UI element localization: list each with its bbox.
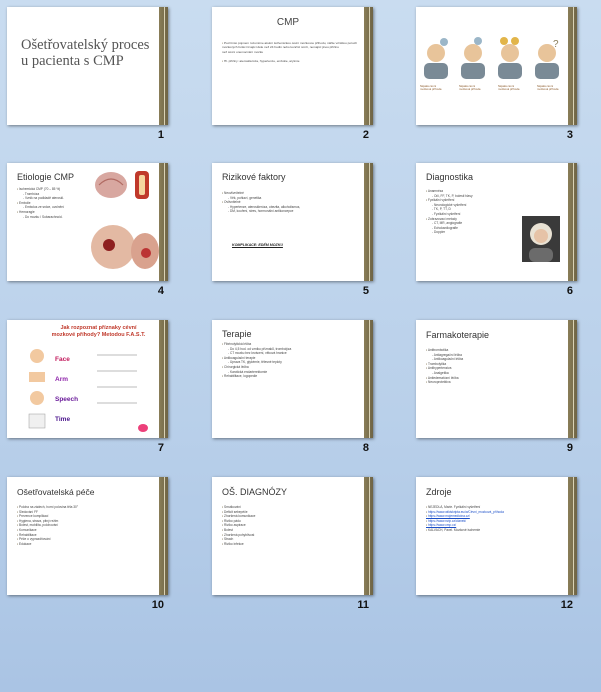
slide-accent-bar bbox=[364, 7, 373, 125]
slide-accent-bar bbox=[159, 7, 168, 125]
slide-accent-bar bbox=[568, 163, 577, 281]
slide-title: Zdroje bbox=[426, 487, 452, 497]
fast-description bbox=[97, 350, 137, 418]
body-line: Rehabilitace, logopedie bbox=[222, 374, 357, 379]
slide-number: 8 bbox=[362, 442, 369, 454]
caption: Nějaká cévní mozková příhoda bbox=[498, 84, 520, 92]
slide-number: 4 bbox=[157, 285, 164, 297]
slide-10: Ošetřovatelská péče Poloha na zádech, ho… bbox=[7, 477, 168, 595]
caption-row: Nějaká cévní mozková příhoda Nějaká cévn… bbox=[420, 84, 565, 92]
slide-number: 5 bbox=[362, 285, 369, 297]
slide-thumbnail-3[interactable]: ? Nějaká cévní mozková příhoda Nějaká cé… bbox=[416, 7, 577, 141]
brain-illustration bbox=[91, 171, 159, 269]
slide-number: 12 bbox=[560, 599, 573, 611]
body-line: DM, kouření, stres, hormonální antikonce… bbox=[222, 209, 357, 214]
body-line: KALVACH, Pavel. Mozkové ischemie bbox=[426, 528, 561, 533]
slide-number: 6 bbox=[566, 285, 573, 297]
patient-photo bbox=[522, 216, 560, 262]
slide-title: OŠ. DIAGNÓZY bbox=[222, 487, 288, 497]
slide-number: 1 bbox=[157, 129, 164, 141]
body-line: Riziko infekce bbox=[222, 542, 357, 547]
slide-title: Farmakoterapie bbox=[426, 330, 490, 340]
slide-thumbnail-8[interactable]: Terapie Fibrinolytická léčba Do 4,5 hod.… bbox=[212, 320, 373, 454]
slide-accent-bar bbox=[364, 477, 373, 595]
slide-7: Jak rozpoznat příznaky cévní mozkové pří… bbox=[7, 320, 168, 438]
slide-title: Etiologie CMP bbox=[17, 172, 75, 182]
body-line: Doppler bbox=[426, 230, 527, 235]
slide-body: NEJEDLÁ, Marie. Fyzikální vyšetření http… bbox=[426, 505, 561, 533]
slide-4: Etiologie CMP Ischemická CMP (70 – 85 %)… bbox=[7, 163, 168, 281]
fast-icons bbox=[28, 349, 46, 429]
slide-thumbnail-5[interactable]: Rizikové faktory Neovlivnitelné Věk, poh… bbox=[212, 163, 373, 297]
slide-thumbnail-9[interactable]: Farmakoterapie Antitrombotika Antiagrega… bbox=[416, 320, 577, 454]
slide-title: Diagnostika bbox=[426, 172, 474, 182]
slide-title: Ošetřovatelský proces u pacienta s CMP bbox=[21, 37, 150, 69]
caption: Nějaká cévní mozková příhoda bbox=[459, 84, 481, 92]
complication-note: KOMPLIKACE: EDÉM MOZKU bbox=[232, 243, 283, 247]
slide-thumbnail-11[interactable]: OŠ. DIAGNÓZY Smutkování Deficit sebepéče… bbox=[212, 477, 373, 611]
caption: Nějaká cévní mozková příhoda bbox=[420, 84, 442, 92]
slide-accent-bar bbox=[568, 477, 577, 595]
slide-body: Anamnéza Oči, FF, TK, P, bolesti hlavy F… bbox=[426, 189, 527, 235]
slide-9: Farmakoterapie Antitrombotika Antiagrega… bbox=[416, 320, 577, 438]
slide-accent-bar bbox=[568, 320, 577, 438]
slide-body: Pod tímto pojmem rozumíme akutní ischemi… bbox=[222, 41, 357, 63]
people-illustration: ? bbox=[424, 37, 559, 79]
slide-thumbnail-7[interactable]: Jak rozpoznat příznaky cévní mozkové pří… bbox=[7, 320, 168, 454]
fast-title: Jak rozpoznat příznaky cévní mozkové pří… bbox=[51, 325, 146, 338]
slide-thumbnail-4[interactable]: Etiologie CMP Ischemická CMP (70 – 85 %)… bbox=[7, 163, 168, 297]
body-line: Edukace bbox=[17, 542, 152, 547]
slide-body: Antitrombotika Antiagregační léčba Antik… bbox=[426, 348, 561, 385]
slide-body: Fibrinolytická léčba Do 4,5 hod. od vzni… bbox=[222, 342, 357, 379]
slide-title: Ošetřovatelská péče bbox=[17, 487, 95, 497]
slide-thumbnail-12[interactable]: Zdroje NEJEDLÁ, Marie. Fyzikální vyšetře… bbox=[416, 477, 577, 611]
fast-speech: Speech bbox=[55, 396, 79, 403]
slide-title: CMP bbox=[276, 17, 300, 28]
slide-1: Ošetřovatelský proces u pacienta s CMP bbox=[7, 7, 168, 125]
slide-body: Neovlivnitelné Věk, pohlaví, genetika Ov… bbox=[222, 191, 357, 214]
slide-accent-bar bbox=[159, 477, 168, 595]
slide-thumbnail-1[interactable]: Ošetřovatelský proces u pacienta s CMP 1 bbox=[7, 7, 168, 141]
fast-list: Face Arm Speech Time bbox=[55, 350, 78, 430]
slide-body: Poloha na zádech, horní polovina těla 30… bbox=[17, 505, 152, 546]
slide-12: Zdroje NEJEDLÁ, Marie. Fyzikální vyšetře… bbox=[416, 477, 577, 595]
brain-logo-icon bbox=[138, 424, 148, 432]
slide-number: 3 bbox=[566, 129, 573, 141]
fast-face: Face bbox=[55, 356, 70, 363]
slide-11: OŠ. DIAGNÓZY Smutkování Deficit sebepéče… bbox=[212, 477, 373, 595]
slide-6: Diagnostika Anamnéza Oči, FF, TK, P, bol… bbox=[416, 163, 577, 281]
fast-time: Time bbox=[55, 416, 71, 423]
slide-accent-bar bbox=[568, 7, 577, 125]
slide-5: Rizikové faktory Neovlivnitelné Věk, poh… bbox=[212, 163, 373, 281]
slide-number: 7 bbox=[157, 442, 164, 454]
slide-accent-bar bbox=[364, 320, 373, 438]
slide-number: 10 bbox=[151, 599, 164, 611]
slide-number: 2 bbox=[362, 129, 369, 141]
slide-title: Rizikové faktory bbox=[222, 172, 286, 182]
slide-thumbnail-2[interactable]: CMP Pod tímto pojmem rozumíme akutní isc… bbox=[212, 7, 373, 141]
slide-title: Terapie bbox=[222, 329, 252, 339]
fast-arm: Arm bbox=[55, 376, 69, 383]
slide-8: Terapie Fibrinolytická léčba Do 4,5 hod.… bbox=[212, 320, 373, 438]
slide-number: 11 bbox=[357, 599, 369, 611]
slide-thumbnail-10[interactable]: Ošetřovatelská péče Poloha na zádech, ho… bbox=[7, 477, 168, 611]
slide-thumbnail-6[interactable]: Diagnostika Anamnéza Oči, FF, TK, P, bol… bbox=[416, 163, 577, 297]
slide-body: Smutkování Deficit sebepéče Zhoršená kom… bbox=[222, 505, 357, 546]
caption: Nějaká cévní mozková příhoda bbox=[537, 84, 559, 92]
slide-accent-bar bbox=[159, 320, 168, 438]
slide-number: 9 bbox=[566, 442, 573, 454]
svg-text:?: ? bbox=[553, 39, 559, 50]
body-line: Neuroprotektiva bbox=[426, 380, 561, 385]
slide-accent-bar bbox=[364, 163, 373, 281]
slide-3: ? Nějaká cévní mozková příhoda Nějaká cé… bbox=[416, 7, 577, 125]
slide-2: CMP Pod tímto pojmem rozumíme akutní isc… bbox=[212, 7, 373, 125]
body-line: Hl. příčiny: ateroskleróza, hypertenze, … bbox=[222, 59, 357, 63]
